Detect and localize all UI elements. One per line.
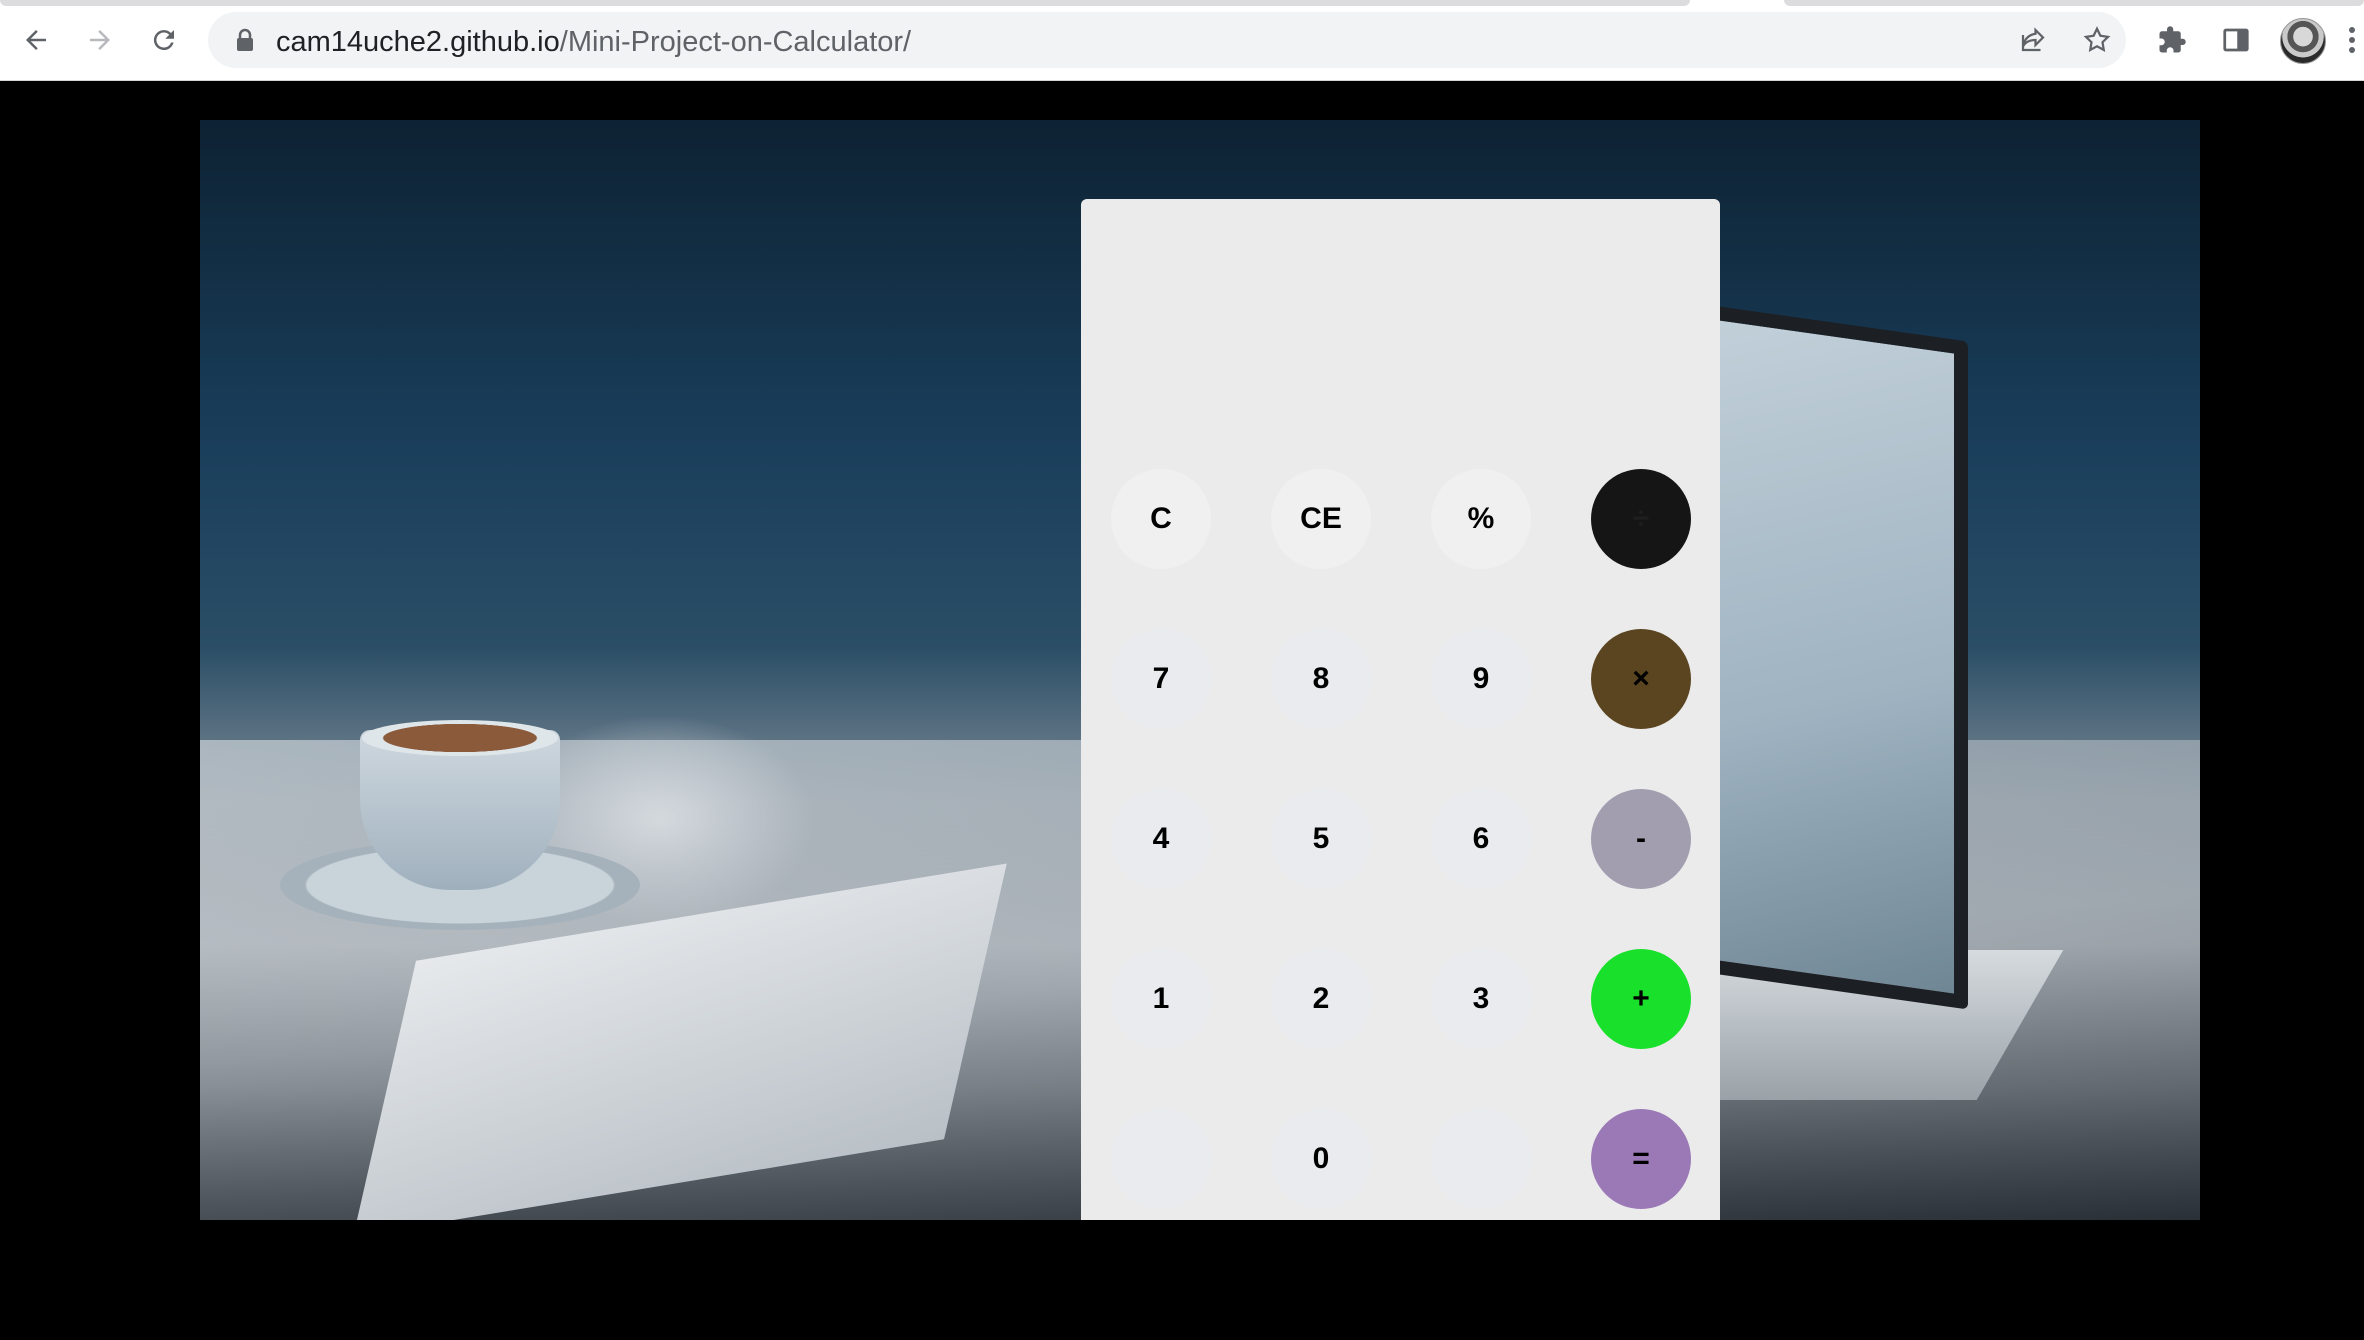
lock-icon[interactable] xyxy=(228,23,262,57)
calculator-display xyxy=(1101,219,1700,469)
digit-9-button[interactable]: 9 xyxy=(1431,629,1531,729)
divide-button[interactable]: ÷ xyxy=(1591,469,1691,569)
blank-right-button[interactable] xyxy=(1431,1109,1531,1209)
background-photo: C CE % ÷ 7 8 9 × 4 5 6 - 1 2 3 + 0 = xyxy=(200,120,2200,1220)
subtract-button[interactable]: - xyxy=(1591,789,1691,889)
page-viewport: C CE % ÷ 7 8 9 × 4 5 6 - 1 2 3 + 0 = xyxy=(0,81,2364,1340)
digit-0-button[interactable]: 0 xyxy=(1271,1109,1371,1209)
extensions-icon[interactable] xyxy=(2152,20,2192,60)
forward-arrow-icon[interactable] xyxy=(78,18,122,62)
calculator-panel: C CE % ÷ 7 8 9 × 4 5 6 - 1 2 3 + 0 = xyxy=(1081,199,1720,1220)
browser-toolbar: cam14uche2.github.io/Mini-Project-on-Cal… xyxy=(0,0,2364,81)
digit-7-button[interactable]: 7 xyxy=(1111,629,1211,729)
star-icon[interactable] xyxy=(2080,23,2114,57)
photo-cup-coffee xyxy=(362,720,558,756)
side-panel-icon[interactable] xyxy=(2216,20,2256,60)
digit-6-button[interactable]: 6 xyxy=(1431,789,1531,889)
menu-icon[interactable] xyxy=(2340,20,2364,60)
reload-icon[interactable] xyxy=(142,18,186,62)
digit-1-button[interactable]: 1 xyxy=(1111,949,1211,1049)
equals-button[interactable]: = xyxy=(1591,1109,1691,1209)
url-text[interactable]: cam14uche2.github.io/Mini-Project-on-Cal… xyxy=(276,26,911,59)
active-tab-edge xyxy=(0,0,1690,6)
inactive-tab-edge xyxy=(1784,0,2364,6)
add-button[interactable]: + xyxy=(1591,949,1691,1049)
digit-5-button[interactable]: 5 xyxy=(1271,789,1371,889)
percent-button[interactable]: % xyxy=(1431,469,1531,569)
digit-2-button[interactable]: 2 xyxy=(1271,949,1371,1049)
profile-avatar[interactable] xyxy=(2280,18,2326,64)
url-path: /Mini-Project-on-Calculator/ xyxy=(559,26,912,58)
clear-button[interactable]: C xyxy=(1111,469,1211,569)
digit-3-button[interactable]: 3 xyxy=(1431,949,1531,1049)
address-bar[interactable]: cam14uche2.github.io/Mini-Project-on-Cal… xyxy=(208,12,2126,68)
share-icon[interactable] xyxy=(2016,23,2050,57)
blank-left-button[interactable] xyxy=(1111,1109,1211,1209)
digit-4-button[interactable]: 4 xyxy=(1111,789,1211,889)
back-arrow-icon[interactable] xyxy=(14,18,58,62)
clear-entry-button[interactable]: CE xyxy=(1271,469,1371,569)
multiply-button[interactable]: × xyxy=(1591,629,1691,729)
url-host: cam14uche2.github.io xyxy=(276,26,560,58)
digit-8-button[interactable]: 8 xyxy=(1271,629,1371,729)
